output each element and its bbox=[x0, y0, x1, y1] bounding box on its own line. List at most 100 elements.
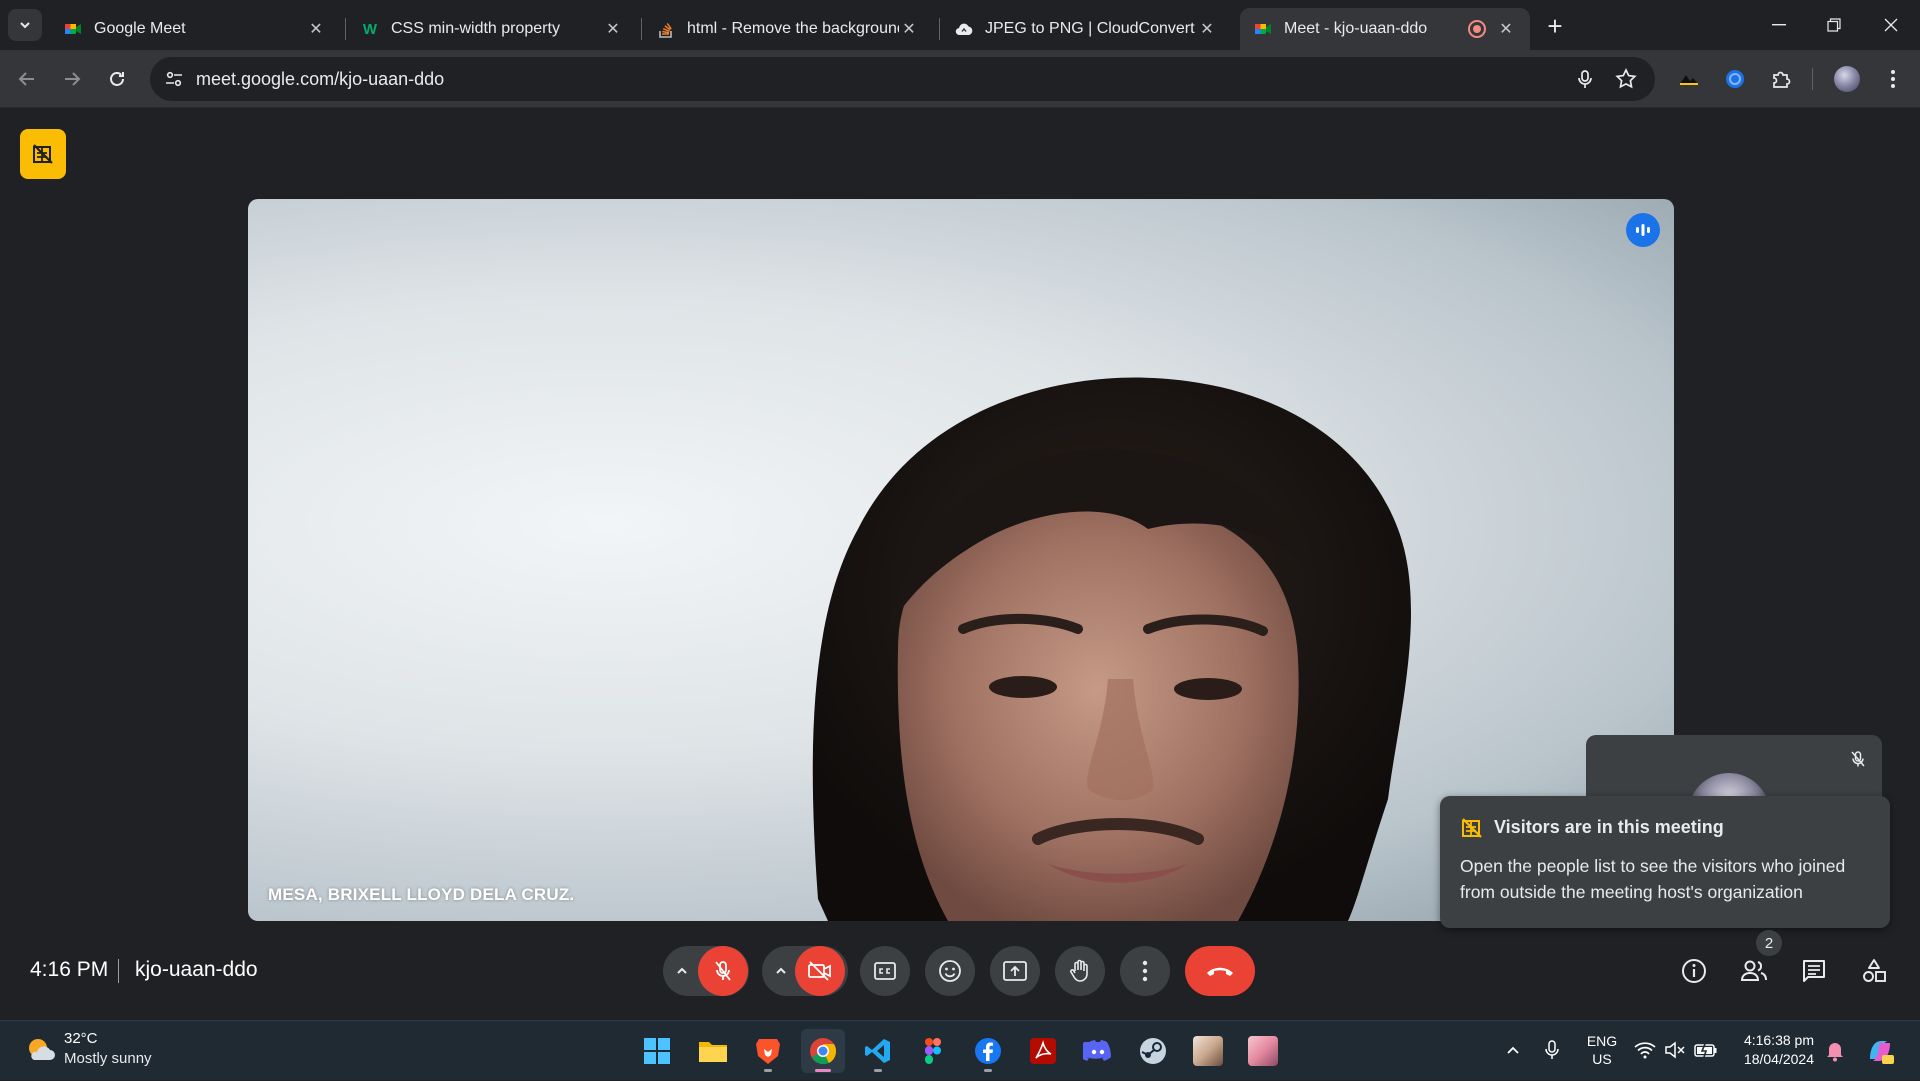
google-meet-icon bbox=[64, 20, 82, 38]
clock-date: 18/04/2024 bbox=[1743, 1051, 1814, 1067]
cloudconvert-icon bbox=[955, 20, 973, 38]
url-text: meet.google.com/kjo-uaan-ddo bbox=[196, 69, 445, 89]
facebook-app[interactable] bbox=[966, 1029, 1010, 1073]
notifications-button[interactable] bbox=[1824, 1038, 1846, 1062]
address-bar[interactable]: meet.google.com/kjo-uaan-ddo bbox=[150, 57, 1655, 101]
weather-description: Mostly sunny bbox=[64, 1050, 152, 1067]
new-tab-button[interactable]: + bbox=[1540, 11, 1570, 41]
tab-strip: Google Meet ✕ W CSS min-width property ✕… bbox=[0, 0, 1920, 50]
microphone-in-use-icon[interactable] bbox=[1542, 1038, 1562, 1062]
meet-stage: MESA, BRIXELL LLOYD DELA CRUZ. Visitors … bbox=[0, 108, 1920, 1020]
visitors-icon bbox=[1460, 816, 1484, 840]
info-divider bbox=[118, 959, 119, 983]
steam-app[interactable] bbox=[1131, 1029, 1175, 1073]
show-hidden-icons-button[interactable] bbox=[1502, 1039, 1524, 1061]
activities-button[interactable] bbox=[1849, 946, 1899, 996]
folder-icon bbox=[699, 1042, 727, 1062]
tab-meet-active[interactable]: Meet - kjo-uaan-ddo ✕ bbox=[1240, 8, 1530, 50]
camera-toggle-button[interactable] bbox=[795, 946, 845, 996]
reactions-button[interactable] bbox=[925, 946, 975, 996]
weather-widget[interactable]: 32°C Mostly sunny bbox=[0, 1021, 200, 1081]
acrobat-app[interactable] bbox=[1021, 1029, 1065, 1073]
notification-title: Visitors are in this meeting bbox=[1494, 817, 1724, 837]
brave-icon bbox=[756, 1039, 780, 1064]
figma-app[interactable] bbox=[911, 1029, 955, 1073]
visitors-indicator-button[interactable] bbox=[20, 129, 66, 179]
chevron-up-icon bbox=[776, 967, 786, 974]
people-icon bbox=[1740, 960, 1767, 981]
raise-hand-button[interactable] bbox=[1055, 946, 1105, 996]
vscode-icon bbox=[865, 1039, 890, 1063]
figma-icon bbox=[925, 1038, 941, 1064]
back-button[interactable] bbox=[10, 62, 44, 96]
discord-app[interactable] bbox=[1076, 1029, 1120, 1073]
site-info-icon[interactable] bbox=[164, 69, 184, 89]
game-1-icon bbox=[1193, 1036, 1223, 1066]
close-icon[interactable]: ✕ bbox=[899, 19, 919, 39]
extensions-puzzle-icon[interactable] bbox=[1764, 62, 1798, 96]
browser-menu-button[interactable] bbox=[1876, 62, 1910, 96]
steam-icon bbox=[1140, 1038, 1166, 1064]
present-screen-button[interactable] bbox=[990, 946, 1040, 996]
mic-off-icon bbox=[1844, 745, 1872, 773]
chat-button[interactable] bbox=[1789, 946, 1839, 996]
game-app-2[interactable] bbox=[1241, 1029, 1285, 1073]
minimize-button[interactable] bbox=[1760, 10, 1798, 40]
network-sound-battery-group[interactable] bbox=[1634, 1038, 1718, 1062]
game-2-icon bbox=[1248, 1036, 1278, 1066]
close-icon[interactable]: ✕ bbox=[1496, 19, 1516, 39]
language-indicator[interactable]: ENG US bbox=[1580, 1032, 1624, 1068]
extension-1-icon[interactable] bbox=[1672, 62, 1706, 96]
taskbar-clock[interactable]: 4:16:38 pm 18/04/2024 bbox=[1728, 1031, 1814, 1069]
reload-icon bbox=[110, 72, 124, 86]
file-explorer-app[interactable] bbox=[691, 1029, 735, 1073]
camera-off-icon bbox=[808, 961, 831, 981]
start-button[interactable] bbox=[635, 1029, 679, 1073]
tab-search-button[interactable] bbox=[8, 9, 42, 41]
browser-toolbar: meet.google.com/kjo-uaan-ddo bbox=[0, 50, 1920, 108]
reload-button[interactable] bbox=[100, 62, 134, 96]
visitors-icon bbox=[33, 144, 53, 164]
meeting-details-button[interactable] bbox=[1669, 946, 1719, 996]
restore-button[interactable] bbox=[1815, 10, 1853, 40]
windows-taskbar: 32°C Mostly sunny ENG US 4:16:38 pm 18/0… bbox=[0, 1020, 1920, 1080]
bookmark-star-icon[interactable] bbox=[1614, 67, 1638, 91]
close-icon[interactable]: ✕ bbox=[306, 19, 326, 39]
speaker-muted-icon bbox=[1665, 1041, 1685, 1059]
close-window-button[interactable] bbox=[1872, 10, 1910, 40]
wifi-icon bbox=[1634, 1042, 1656, 1059]
captions-button[interactable] bbox=[860, 946, 910, 996]
people-count-badge: 2 bbox=[1756, 930, 1782, 956]
microphone-icon[interactable] bbox=[1574, 68, 1596, 90]
closed-captions-icon bbox=[874, 962, 896, 980]
chrome-app[interactable] bbox=[801, 1029, 845, 1073]
leave-call-button[interactable] bbox=[1185, 946, 1255, 996]
facebook-icon bbox=[975, 1038, 1001, 1064]
extension-2-icon[interactable] bbox=[1718, 62, 1752, 96]
copilot-button[interactable] bbox=[1864, 1035, 1896, 1067]
profile-avatar[interactable] bbox=[1830, 62, 1864, 96]
forward-button[interactable] bbox=[55, 62, 89, 96]
arrow-left-icon bbox=[18, 72, 34, 86]
meeting-code: kjo-uaan-ddo bbox=[135, 958, 258, 981]
tab-title: html - Remove the background bbox=[687, 20, 899, 37]
minimize-icon bbox=[1772, 24, 1786, 26]
windows-logo-icon bbox=[644, 1038, 670, 1064]
tab-google-meet[interactable]: Google Meet ✕ bbox=[50, 8, 340, 50]
tab-title: CSS min-width property bbox=[391, 20, 560, 37]
tab-cloudconvert[interactable]: JPEG to PNG | CloudConvert ✕ bbox=[941, 8, 1231, 50]
notification-body: Open the people list to see the visitors… bbox=[1460, 856, 1846, 902]
close-icon[interactable]: ✕ bbox=[603, 19, 623, 39]
microphone-toggle-button[interactable] bbox=[698, 946, 748, 996]
running-indicator bbox=[984, 1069, 992, 1072]
tab-stackoverflow[interactable]: html - Remove the background ✕ bbox=[643, 8, 933, 50]
close-icon[interactable]: ✕ bbox=[1197, 19, 1217, 39]
vscode-app[interactable] bbox=[856, 1029, 900, 1073]
w3schools-icon: W bbox=[362, 20, 378, 38]
tab-css-min-width[interactable]: W CSS min-width property ✕ bbox=[347, 8, 637, 50]
emoji-icon bbox=[939, 960, 961, 982]
more-options-button[interactable] bbox=[1120, 946, 1170, 996]
game-app-1[interactable] bbox=[1186, 1029, 1230, 1073]
brave-browser-app[interactable] bbox=[746, 1029, 790, 1073]
present-to-all-icon bbox=[1003, 961, 1027, 981]
